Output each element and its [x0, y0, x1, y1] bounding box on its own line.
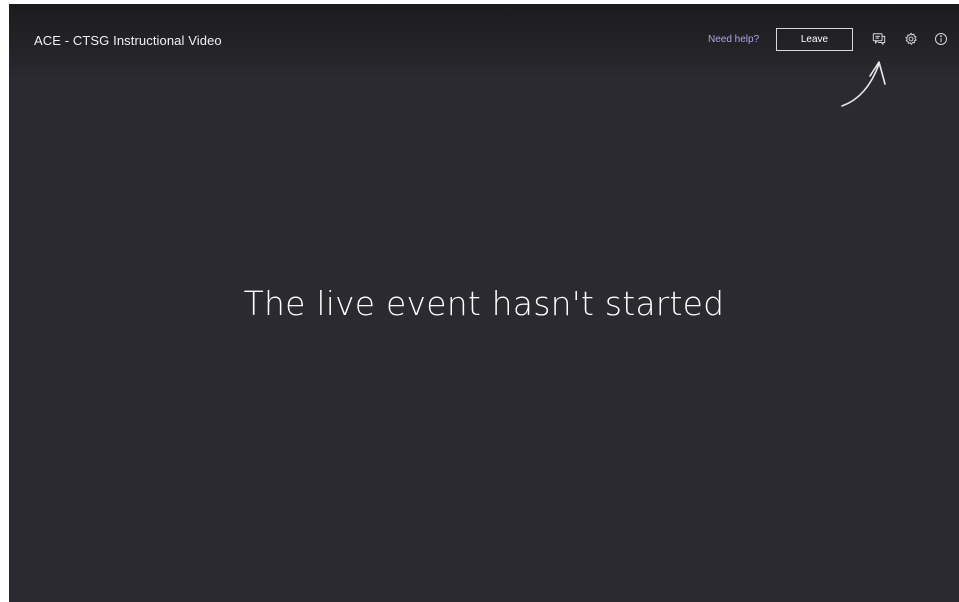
live-event-window: ACE - CTSG Instructional Video Need help… [9, 4, 959, 602]
event-title: ACE - CTSG Instructional Video [34, 33, 222, 48]
info-icon[interactable] [932, 30, 950, 48]
leave-button[interactable]: Leave [776, 28, 853, 51]
chat-icon[interactable] [870, 30, 888, 48]
need-help-link[interactable]: Need help? [708, 34, 759, 45]
gear-icon[interactable] [902, 30, 920, 48]
event-status-message: The live event hasn't started [243, 284, 725, 323]
header-bar: ACE - CTSG Instructional Video Need help… [9, 4, 959, 82]
